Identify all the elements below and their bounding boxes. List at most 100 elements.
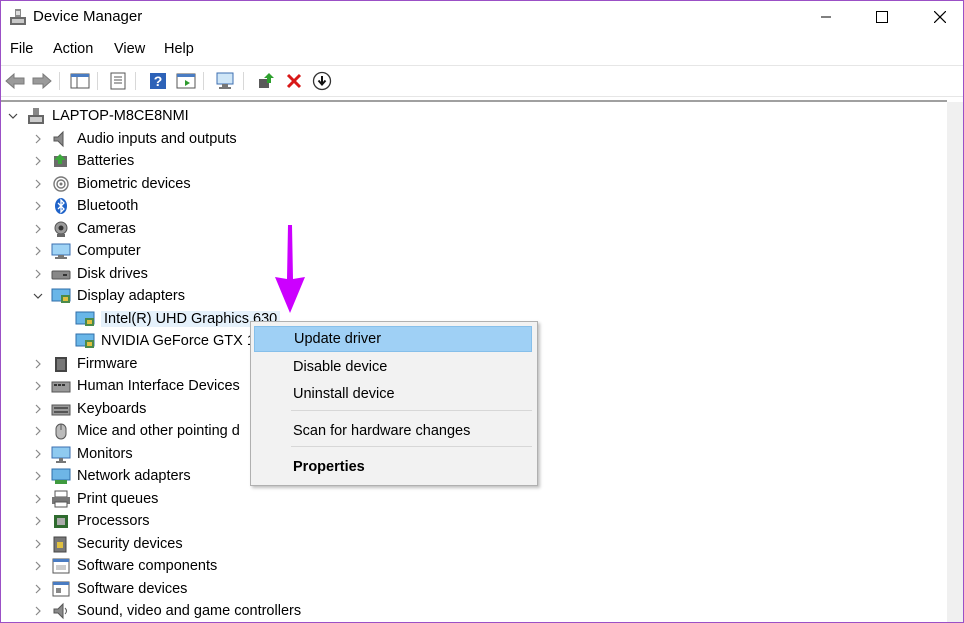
computer-root-icon (26, 107, 46, 125)
tree-category-item[interactable]: Print queues (32, 488, 158, 510)
tree-item-label: Sound, video and game controllers (77, 603, 302, 619)
window-title: Device Manager (33, 8, 143, 25)
printer-icon (51, 490, 71, 508)
tree-category-item[interactable]: Keyboards (32, 398, 146, 420)
title-bar[interactable]: Device Manager (1, 1, 963, 33)
toolbar-separator (135, 72, 136, 90)
tree-category-item[interactable]: Batteries (32, 150, 134, 172)
chevron-right-icon[interactable] (32, 583, 44, 595)
chevron-right-icon[interactable] (32, 403, 44, 415)
context-menu-uninstall-device[interactable]: Uninstall device (254, 381, 532, 407)
tree-category-item[interactable]: Disk drives (32, 263, 148, 285)
forward-icon (32, 73, 52, 89)
scan-hardware-label: Scan for hardware changes (293, 423, 471, 439)
sound-icon (51, 602, 71, 620)
tree-category-item[interactable]: Sound, video and game controllers (32, 600, 301, 622)
tree-root-computer[interactable]: LAPTOP-M8CE8NMI (7, 105, 189, 127)
context-menu: Update driver Disable device Uninstall d… (250, 321, 538, 486)
vertical-scrollbar[interactable] (947, 102, 963, 622)
context-menu-scan-hardware[interactable]: Scan for hardware changes (254, 418, 532, 444)
chevron-right-icon[interactable] (32, 425, 44, 437)
tree-item-label: Software devices (77, 580, 188, 597)
tree-item-label: Network adapters (77, 468, 191, 484)
context-menu-update-driver[interactable]: Update driver (254, 326, 532, 352)
chevron-right-icon[interactable] (32, 538, 44, 550)
software-component-icon (51, 557, 71, 575)
hid-icon (51, 377, 71, 395)
tree-category-item[interactable]: Bluetooth (32, 195, 138, 217)
chevron-right-icon[interactable] (32, 245, 44, 257)
tree-category-item[interactable]: Software components (32, 555, 217, 577)
chevron-right-icon[interactable] (32, 380, 44, 392)
chevron-right-icon[interactable] (32, 155, 44, 167)
action-pane-button[interactable] (175, 70, 197, 92)
tree-category-item[interactable]: Cameras (32, 218, 136, 240)
back-button[interactable] (4, 70, 26, 92)
tree-category-item[interactable]: Computer (32, 240, 141, 262)
help-button[interactable]: ? (147, 70, 169, 92)
tree-item-label: Batteries (77, 153, 135, 169)
chevron-right-icon[interactable] (32, 200, 44, 212)
tree-category-item[interactable]: Firmware (32, 353, 137, 375)
forward-button[interactable] (31, 70, 53, 92)
chevron-right-icon[interactable] (32, 470, 44, 482)
battery-icon (51, 152, 71, 170)
firmware-icon (51, 355, 71, 373)
tree-category-item[interactable]: Software devices (32, 578, 187, 600)
chevron-right-icon[interactable] (32, 515, 44, 527)
properties-button[interactable] (107, 70, 129, 92)
fingerprint-icon (51, 175, 71, 193)
menu-view[interactable]: View (114, 41, 145, 57)
chevron-right-icon[interactable] (32, 178, 44, 190)
tree-item-label: Display adapters (77, 288, 185, 304)
show-hide-console-tree-button[interactable] (69, 70, 91, 92)
security-device-icon (51, 535, 71, 553)
maximize-button[interactable] (859, 1, 905, 33)
tree-item-label: Cameras (77, 220, 136, 237)
tree-category-item[interactable]: Monitors (32, 443, 133, 465)
context-menu-disable-device[interactable]: Disable device (254, 354, 532, 380)
tree-category-item[interactable]: Display adapters (32, 285, 185, 307)
menu-action[interactable]: Action (53, 41, 93, 57)
chevron-right-icon[interactable] (32, 223, 44, 235)
disable-device-label: Disable device (293, 359, 388, 375)
context-menu-properties[interactable]: Properties (254, 454, 532, 480)
update-driver-button[interactable] (255, 70, 277, 92)
tree-category-item[interactable]: Mice and other pointing d (32, 420, 240, 442)
scan-monitor-icon (216, 72, 234, 89)
chevron-down-icon[interactable] (7, 110, 19, 122)
chevron-right-icon[interactable] (32, 605, 44, 617)
tree-category-item[interactable]: Network adapters (32, 465, 191, 487)
camera-icon (51, 220, 71, 238)
chevron-down-icon[interactable] (32, 290, 44, 302)
chevron-right-icon[interactable] (32, 268, 44, 280)
enable-device-button[interactable] (311, 70, 333, 92)
tree-category-item[interactable]: Processors (32, 510, 150, 532)
chevron-right-icon[interactable] (32, 448, 44, 460)
close-button[interactable] (917, 1, 963, 33)
tree-item-label: Firmware (77, 355, 138, 372)
menu-help[interactable]: Help (164, 41, 194, 57)
context-menu-separator (291, 446, 532, 447)
chevron-right-icon[interactable] (32, 133, 44, 145)
tree-item-label: Monitors (77, 445, 133, 462)
tree-category-item[interactable]: Biometric devices (32, 173, 191, 195)
tree-device-item[interactable]: NVIDIA GeForce GTX 16 (75, 330, 263, 352)
tree-item-label: Keyboards (77, 400, 147, 417)
back-icon (5, 73, 25, 89)
minimize-button[interactable] (803, 1, 849, 33)
scan-hardware-button[interactable] (215, 70, 237, 92)
tree-category-item[interactable]: Human Interface Devices (32, 375, 240, 397)
tree-category-item[interactable]: Audio inputs and outputs (32, 128, 237, 150)
tree-item-label: Print queues (77, 490, 159, 507)
update-driver-label: Update driver (294, 331, 382, 347)
tree-item-label: NVIDIA GeForce GTX 16 (101, 333, 263, 349)
uninstall-button[interactable] (283, 70, 305, 92)
software-device-icon (51, 580, 71, 598)
toolbar-separator (203, 72, 204, 90)
menu-file[interactable]: File (10, 41, 33, 57)
chevron-right-icon[interactable] (32, 493, 44, 505)
chevron-right-icon[interactable] (32, 560, 44, 572)
tree-category-item[interactable]: Security devices (32, 533, 183, 555)
chevron-right-icon[interactable] (32, 358, 44, 370)
